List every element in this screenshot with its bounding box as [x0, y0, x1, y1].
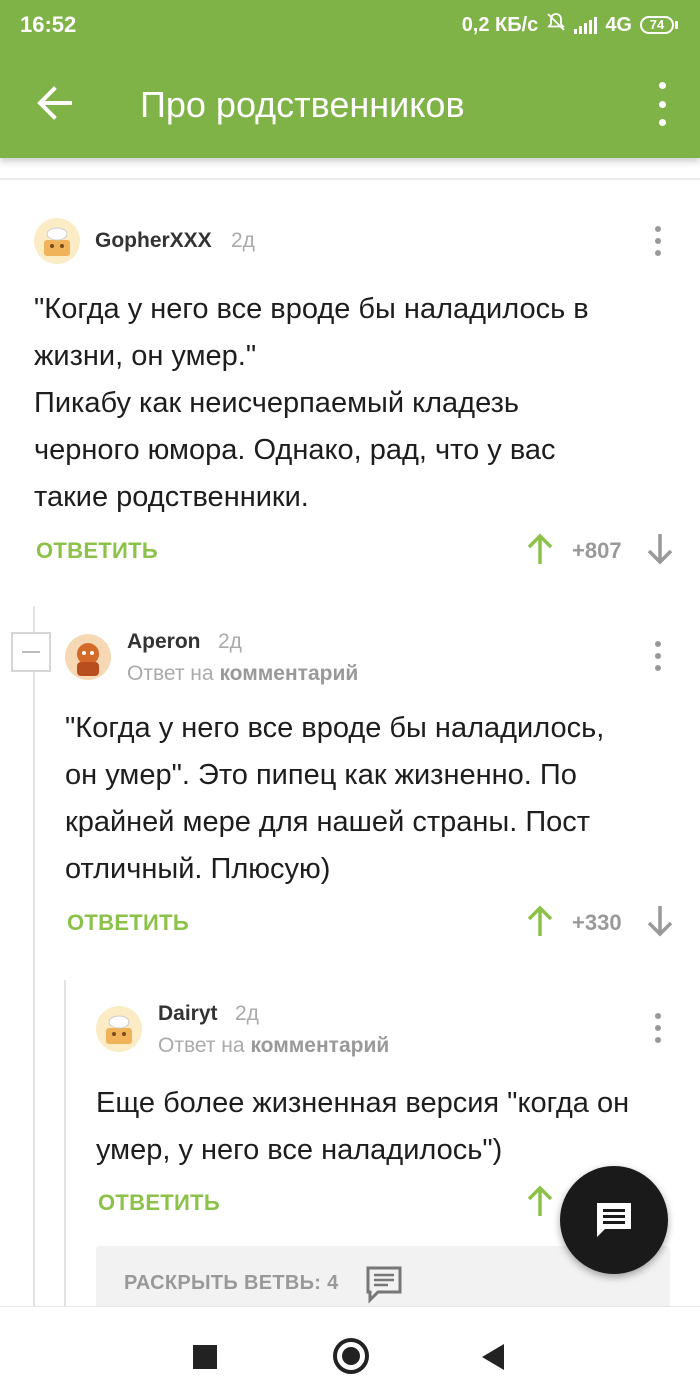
comment-author[interactable]: Dairyt — [158, 1002, 218, 1026]
avatar[interactable] — [96, 1006, 142, 1052]
expand-branch-label: РАСКРЫТЬ ВЕТВЬ: 4 — [124, 1272, 339, 1294]
comment-time: 2д — [235, 1002, 259, 1025]
system-nav-bar — [0, 1306, 700, 1400]
write-comment-button[interactable] — [560, 1166, 668, 1274]
more-vert-icon[interactable] — [652, 1013, 664, 1043]
reply-button[interactable]: ОТВЕТИТЬ — [98, 1190, 220, 1216]
arrow-up-icon[interactable] — [526, 1184, 554, 1218]
back-triangle-icon[interactable] — [482, 1344, 504, 1370]
comment-text: Еще более жизненная версия "когда он уме… — [96, 1087, 630, 1166]
recents-square-icon[interactable] — [193, 1345, 217, 1369]
reply-to-link[interactable]: комментарий — [250, 1034, 389, 1057]
comments-icon — [364, 1264, 404, 1304]
comment: Dairyt 2д Ответ на комментарий Еще более… — [0, 0, 700, 1240]
home-circle-icon[interactable] — [333, 1338, 369, 1374]
reply-to-label: Ответ на комментарий — [158, 1034, 390, 1057]
